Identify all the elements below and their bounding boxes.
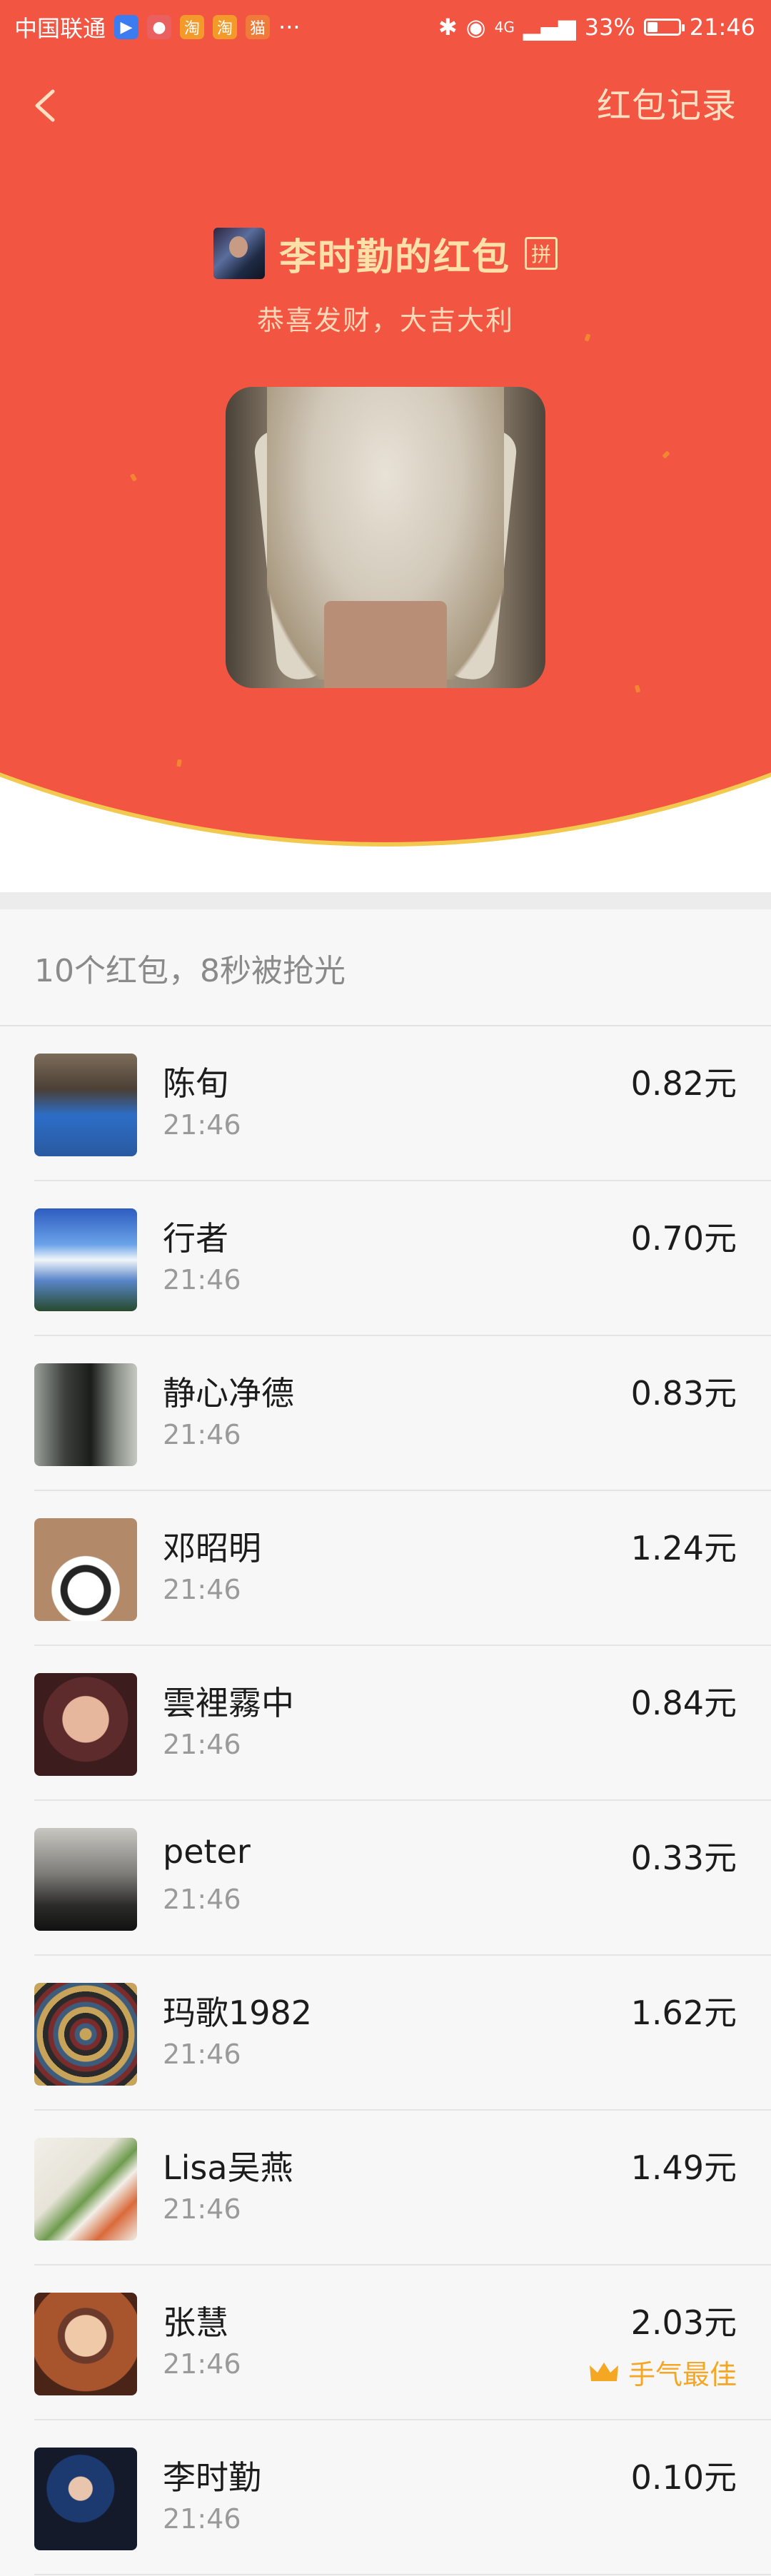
shopping-app-icon: ● (147, 15, 172, 39)
avatar[interactable] (34, 1673, 137, 1776)
grab-time: 21:46 (163, 1419, 241, 1450)
sender-avatar[interactable] (213, 228, 265, 279)
recipient-name: 李时勤 (163, 2458, 261, 2497)
recipient-name: peter (163, 1832, 251, 1871)
recipient-name: 静心净德 (163, 1374, 294, 1413)
recipient-name: 行者 (163, 1219, 228, 1258)
recipient-name: 雲裡霧中 (163, 1684, 294, 1722)
recipient-name: 张慧 (163, 2303, 228, 2342)
battery-icon (643, 19, 685, 36)
grab-time: 21:46 (163, 1109, 241, 1141)
greeting-message: 恭喜发财，大吉大利 (256, 305, 514, 336)
best-luck-badge: 手气最佳 (588, 2353, 737, 2392)
sender-row: 李时勤的红包 拼 (0, 226, 771, 281)
grab-time: 21:46 (163, 1729, 241, 1760)
grab-time: 21:46 (163, 1884, 241, 1915)
clock: 21:46 (689, 14, 755, 41)
bluetooth-icon: ✱ (438, 14, 458, 41)
battery-percent: 33% (584, 14, 635, 41)
amount: 0.70元 (630, 1219, 737, 1258)
amount: 1.49元 (630, 2148, 737, 2187)
red-packet-header: 中国联通 ▶ ● 淘 淘 猫 ··· ✱ ◉ 4G ▂▄▆ 33% 21:46 … (0, 0, 771, 892)
carrier-name: 中国联通 (14, 15, 106, 42)
divider (34, 2574, 771, 2575)
recipient-name: 玛歌1982 (163, 1994, 313, 2032)
grab-time: 21:46 (163, 1574, 241, 1605)
recipient-name: 陈旬 (163, 1064, 228, 1103)
list-item[interactable]: peter 21:46 0.33元 (0, 1801, 771, 1956)
avatar[interactable] (34, 2448, 137, 2550)
sender-title: 李时勤的红包 (278, 236, 510, 279)
red-packet-cover-image[interactable] (226, 387, 545, 688)
amount: 2.03元 (630, 2303, 737, 2342)
avatar[interactable] (34, 1518, 137, 1621)
section-divider (0, 892, 771, 909)
summary-text: 10个红包，8秒被抢光 (34, 953, 346, 989)
amount: 1.62元 (630, 1994, 737, 2032)
more-notifications-icon: ··· (278, 14, 301, 41)
list-item[interactable]: 玛歌1982 21:46 1.62元 (0, 1956, 771, 2111)
avatar[interactable] (34, 1828, 137, 1931)
avatar[interactable] (34, 1983, 137, 2086)
recipient-name: Lisa吴燕 (163, 2148, 293, 2187)
grab-time: 21:46 (163, 1264, 241, 1295)
avatar[interactable] (34, 1208, 137, 1311)
list-item[interactable]: 李时勤 21:46 0.10元 (0, 2420, 771, 2575)
network-type: 4G (494, 19, 515, 36)
grab-time: 21:46 (163, 2039, 241, 2070)
grab-time: 21:46 (163, 2348, 241, 2380)
taobao-icon: 淘 (213, 15, 238, 39)
amount: 0.82元 (630, 1064, 737, 1103)
list-item[interactable]: 雲裡霧中 21:46 0.84元 (0, 1646, 771, 1801)
cat-app-icon: 猫 (246, 15, 271, 39)
amount: 0.33元 (630, 1839, 737, 1877)
grab-time: 21:46 (163, 2503, 241, 2535)
recipient-list: 陈旬 21:46 0.82元 行者 21:46 0.70元 静心净德 21:46… (0, 1026, 771, 2575)
signal-icon: ▂▄▆ (523, 14, 576, 41)
grab-time: 21:46 (163, 2193, 241, 2225)
list-item[interactable]: 张慧 21:46 2.03元 手气最佳 (0, 2266, 771, 2420)
avatar[interactable] (34, 1363, 137, 1466)
list-item[interactable]: 行者 21:46 0.70元 (0, 1181, 771, 1336)
summary-bar: 10个红包，8秒被抢光 (0, 909, 771, 1026)
list-item[interactable]: 邓昭明 21:46 1.24元 (0, 1491, 771, 1646)
lucky-draw-badge: 拼 (525, 237, 558, 270)
recipient-name: 邓昭明 (163, 1529, 261, 1567)
eye-comfort-icon: ◉ (465, 14, 486, 41)
list-item[interactable]: 静心净德 21:46 0.83元 (0, 1336, 771, 1491)
amount: 0.84元 (630, 1684, 737, 1722)
amount: 0.83元 (630, 1374, 737, 1413)
avatar[interactable] (34, 2293, 137, 2395)
list-item[interactable]: 陈旬 21:46 0.82元 (0, 1026, 771, 1181)
best-luck-label: 手气最佳 (628, 2359, 737, 2390)
list-item[interactable]: Lisa吴燕 21:46 1.49元 (0, 2111, 771, 2266)
avatar[interactable] (34, 2138, 137, 2241)
video-app-icon: ▶ (114, 15, 139, 39)
back-button[interactable] (24, 77, 64, 134)
red-packet-records-link[interactable]: 红包记录 (597, 77, 737, 134)
back-arrow-icon (35, 89, 55, 122)
crown-icon (588, 2360, 620, 2385)
taobao-icon: 淘 (180, 15, 205, 39)
avatar[interactable] (34, 1054, 137, 1156)
amount: 1.24元 (630, 1529, 737, 1567)
status-bar: 中国联通 ▶ ● 淘 淘 猫 ··· ✱ ◉ 4G ▂▄▆ 33% 21:46 (0, 0, 771, 54)
amount: 0.10元 (630, 2458, 737, 2497)
